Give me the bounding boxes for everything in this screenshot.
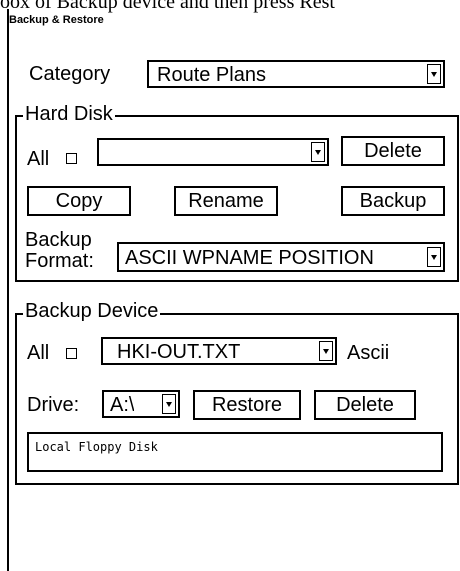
hard-disk-all-label: All: [27, 148, 50, 170]
backup-device-delete-button[interactable]: Delete: [314, 390, 416, 420]
chevron-down-icon[interactable]: [162, 394, 176, 414]
backup-device-all-label: All: [27, 342, 50, 364]
backup-format-select[interactable]: ASCII WPNAME POSITION: [117, 242, 445, 272]
drive-label: Drive:: [27, 394, 80, 416]
backup-format-label-line2: Format:: [25, 250, 94, 272]
ascii-label: Ascii: [347, 342, 390, 364]
hard-disk-legend: Hard Disk: [23, 103, 115, 126]
hard-disk-all-checkbox[interactable]: [66, 153, 77, 164]
drive-value: A:\: [110, 394, 135, 416]
category-label: Category: [29, 63, 111, 85]
chevron-down-icon[interactable]: [319, 341, 333, 361]
drive-status-box: Local Floppy Disk: [27, 432, 443, 472]
chevron-down-icon[interactable]: [311, 142, 325, 162]
restore-button[interactable]: Restore: [193, 390, 301, 420]
backup-device-all-checkbox[interactable]: [66, 348, 77, 359]
category-select[interactable]: Route Plans: [147, 60, 445, 88]
backup-button[interactable]: Backup: [341, 186, 445, 216]
copy-button[interactable]: Copy: [27, 186, 131, 216]
hard-disk-file-select[interactable]: [97, 138, 329, 166]
backup-device-file-select[interactable]: HKI-OUT.TXT: [101, 337, 337, 365]
rename-button[interactable]: Rename: [174, 186, 278, 216]
backup-restore-panel: [7, 9, 459, 571]
backup-device-file-value: HKI-OUT.TXT: [117, 341, 241, 363]
window-title: Backup & Restore: [9, 14, 104, 26]
backup-format-label: Backup Format:: [25, 230, 94, 272]
chevron-down-icon[interactable]: [427, 247, 441, 267]
backup-format-label-line1: Backup: [25, 229, 92, 251]
backup-device-legend: Backup Device: [23, 300, 161, 323]
category-select-value: Route Plans: [157, 64, 266, 86]
drive-status-text: Local Floppy Disk: [35, 440, 158, 454]
drive-select[interactable]: A:\: [102, 390, 180, 418]
hard-disk-delete-button[interactable]: Delete: [341, 136, 445, 166]
backup-format-value: ASCII WPNAME POSITION: [125, 247, 374, 269]
chevron-down-icon[interactable]: [427, 64, 441, 84]
